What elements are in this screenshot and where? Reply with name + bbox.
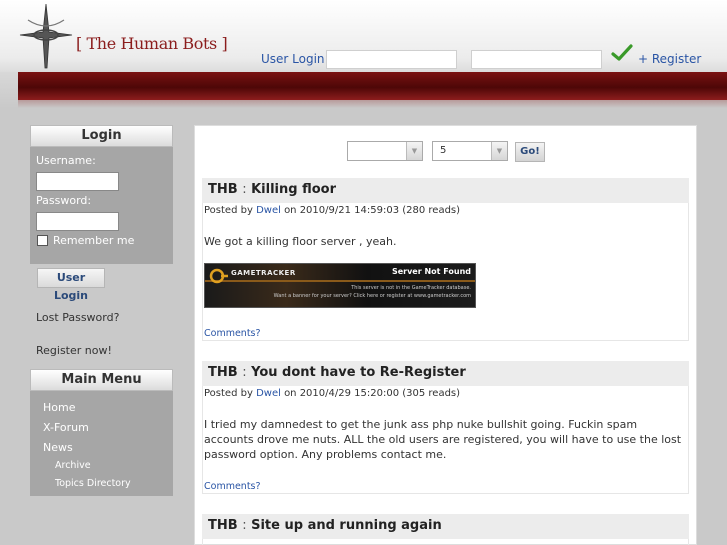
poster-link[interactable]: Dwel (256, 205, 281, 216)
register-now-link[interactable]: Register now! (36, 344, 112, 357)
story-meta: Posted by Dwel on 2010/9/21 14:59:03 (28… (204, 205, 460, 216)
story-title-separator: : (242, 182, 247, 197)
comments-link[interactable]: Comments? (204, 328, 261, 339)
lost-password-link[interactable]: Lost Password? (36, 311, 119, 324)
remember-me-checkbox[interactable] (37, 235, 48, 246)
posted-by-label: Posted by (204, 205, 253, 216)
chevron-down-icon: ▼ (406, 142, 422, 160)
username-input[interactable] (36, 172, 119, 191)
banner-status: Server Not Found (391, 267, 471, 276)
story-text: I tried my damnedest to get the junk ass… (204, 418, 682, 461)
header-register-link[interactable]: + Register (638, 52, 701, 66)
chevron-down-icon: ▼ (491, 142, 507, 160)
story-date-reads: on 2010/4/29 15:20:00 (305 reads) (284, 388, 461, 399)
menu-item-news[interactable]: News (43, 441, 73, 454)
story-title: THB : Killing floor (208, 182, 336, 197)
header-user-login-link[interactable]: User Login (261, 52, 325, 66)
story-title-text[interactable]: Killing floor (251, 182, 336, 197)
posted-by-label: Posted by (204, 388, 253, 399)
story-title-text[interactable]: Site up and running again (251, 518, 442, 533)
gametracker-logo-icon (209, 268, 228, 284)
story-date-reads: on 2010/9/21 14:59:03 (280 reads) (284, 205, 461, 216)
site-header: [ The Human Bots ] User Login + Register (0, 0, 727, 72)
user-login-button[interactable]: User Login (37, 268, 105, 302)
header-red-band (18, 72, 727, 108)
checkmark-submit-icon[interactable] (611, 44, 633, 62)
gametracker-banner[interactable]: GAMETRACKER Server Not Found This server… (204, 263, 476, 308)
story-meta: Posted by Dwel on 2010/4/29 15:20:00 (30… (204, 388, 460, 399)
story-topic[interactable]: THB (208, 518, 238, 533)
quake-cross-logo-icon (19, 3, 73, 69)
menu-item-home[interactable]: Home (43, 401, 75, 414)
story-title-separator: : (242, 365, 247, 380)
menu-subitem-topics-directory[interactable]: Topics Directory (55, 478, 131, 489)
header-left-strip (0, 72, 18, 108)
story-count-value: 5 (440, 145, 447, 156)
banner-stripe (205, 280, 475, 282)
password-label: Password: (36, 194, 92, 207)
header-password-input[interactable] (471, 50, 602, 69)
username-label: Username: (36, 154, 96, 167)
menu-subitem-archive[interactable]: Archive (55, 460, 91, 471)
comments-link[interactable]: Comments? (204, 481, 261, 492)
story-title: THB : Site up and running again (208, 518, 442, 533)
poster-link[interactable]: Dwel (256, 388, 281, 399)
topic-select[interactable]: ▼ (347, 141, 423, 161)
header-username-input[interactable] (326, 50, 457, 69)
banner-note: Want a banner for your server? Click her… (273, 293, 471, 299)
menu-item-x-forum[interactable]: X-Forum (43, 421, 89, 434)
story-topic[interactable]: THB (208, 182, 238, 197)
story-title-separator: : (242, 518, 247, 533)
banner-brand: GAMETRACKER (231, 269, 296, 277)
remember-me-label: Remember me (53, 234, 135, 247)
password-input[interactable] (36, 212, 119, 231)
story-title: THB : You dont have to Re-Register (208, 365, 466, 380)
login-block-title: Login (30, 125, 173, 147)
story-count-select[interactable]: 5 ▼ (432, 141, 508, 161)
story-title-text[interactable]: You dont have to Re-Register (251, 365, 466, 380)
main-menu-title: Main Menu (30, 369, 173, 391)
story-topic[interactable]: THB (208, 365, 238, 380)
banner-note: This server is not in the GameTracker da… (351, 285, 471, 291)
story-text: We got a killing floor server , yeah. (204, 235, 397, 248)
go-button[interactable]: Go! (515, 142, 545, 162)
site-title: [ The Human Bots ] (76, 34, 228, 53)
